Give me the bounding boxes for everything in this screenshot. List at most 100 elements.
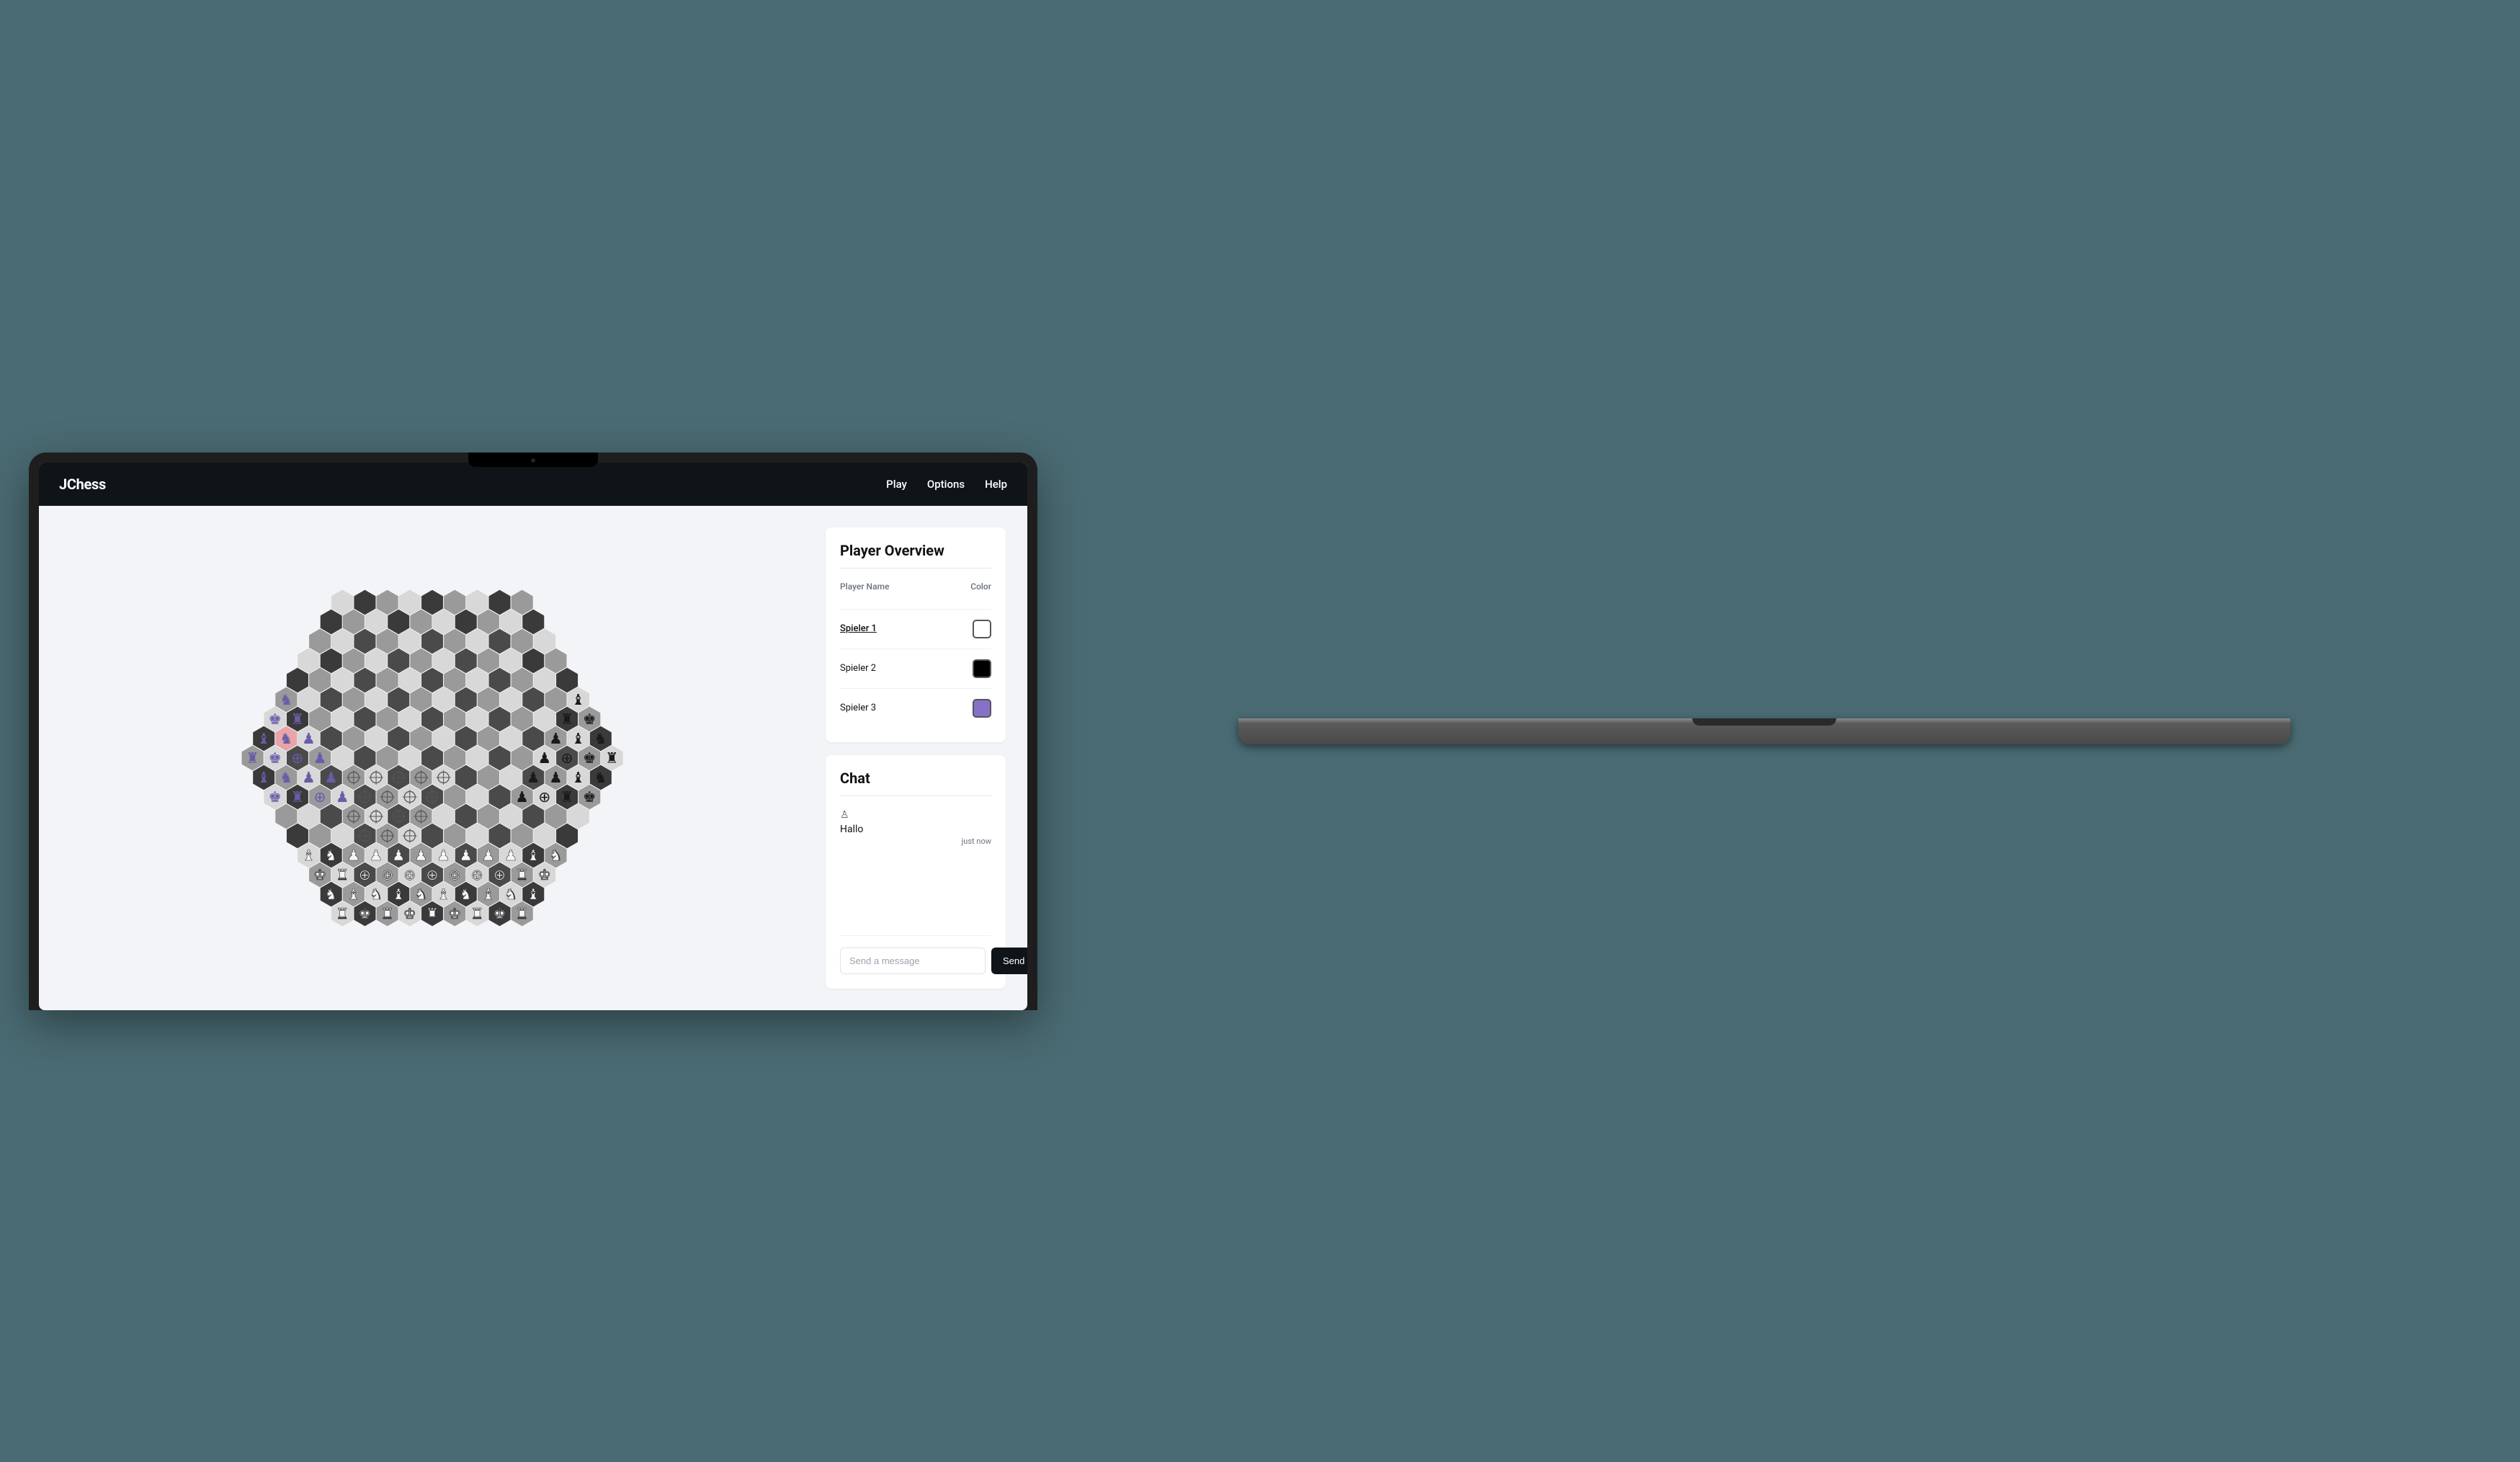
chess-piece[interactable]: ♟ xyxy=(324,769,338,786)
hex-cell[interactable] xyxy=(444,589,465,615)
hex-cell[interactable] xyxy=(399,628,421,654)
hex-cell[interactable] xyxy=(433,687,455,712)
hex-cell[interactable] xyxy=(377,589,398,615)
chess-piece[interactable]: ♞ xyxy=(594,730,608,747)
player-row[interactable]: Spieler 1 xyxy=(840,609,991,648)
hex-cell[interactable] xyxy=(489,667,511,692)
chess-piece[interactable]: ♜ xyxy=(470,905,484,922)
chess-piece[interactable]: ♟ xyxy=(482,847,496,864)
hex-cell[interactable] xyxy=(365,609,387,634)
chess-piece[interactable]: ♜ xyxy=(515,905,529,922)
hex-cell[interactable] xyxy=(489,784,511,809)
hex-cell[interactable] xyxy=(534,628,555,654)
hex-cell[interactable] xyxy=(298,803,320,829)
hex-cell[interactable] xyxy=(377,628,398,654)
hex-cell[interactable] xyxy=(534,667,555,692)
hex-cell[interactable] xyxy=(568,803,589,829)
chess-piece[interactable]: ♝ xyxy=(302,847,316,864)
chess-piece[interactable]: ♜ xyxy=(560,788,574,806)
hex-cell[interactable] xyxy=(522,687,544,712)
hex-cell[interactable] xyxy=(321,609,342,634)
hex-cell[interactable] xyxy=(399,706,421,731)
hex-cell[interactable] xyxy=(410,648,432,673)
hex-cell[interactable] xyxy=(354,628,376,654)
chess-piece[interactable]: ⊕ xyxy=(560,749,573,767)
chess-piece[interactable]: ♝ xyxy=(257,769,271,786)
chess-piece[interactable]: ♟ xyxy=(414,847,428,864)
chess-piece[interactable]: ♟ xyxy=(549,769,563,786)
chess-piece[interactable]: ♜ xyxy=(291,788,305,806)
hex-cell[interactable] xyxy=(388,609,409,634)
hex-cell[interactable] xyxy=(365,726,387,751)
hex-cell[interactable] xyxy=(466,628,488,654)
hex-cell[interactable] xyxy=(331,667,353,692)
chess-piece[interactable]: ♝ xyxy=(527,847,540,864)
hex-cell[interactable] xyxy=(478,803,499,829)
hex-cell[interactable] xyxy=(331,706,353,731)
chess-piece[interactable]: ♟ xyxy=(538,749,552,767)
hex-cell[interactable] xyxy=(309,823,331,848)
chess-piece[interactable]: ♟ xyxy=(302,769,316,786)
send-button[interactable]: Send xyxy=(991,948,1027,974)
hex-cell[interactable] xyxy=(309,667,331,692)
chess-piece[interactable]: ♝ xyxy=(482,886,496,903)
chess-piece[interactable]: ♚ xyxy=(268,749,282,767)
chess-piece[interactable]: ♞ xyxy=(324,847,338,864)
chess-piece[interactable]: ⊕ xyxy=(403,866,416,883)
hex-cell[interactable] xyxy=(321,687,342,712)
hex-cell[interactable] xyxy=(444,706,465,731)
hex-cell[interactable] xyxy=(343,726,365,751)
chess-piece[interactable]: ♜ xyxy=(246,749,259,767)
hex-cell[interactable] xyxy=(534,706,555,731)
chess-piece[interactable]: ⊕ xyxy=(493,866,506,883)
chess-piece[interactable]: ♟ xyxy=(515,788,529,806)
hex-cell[interactable] xyxy=(410,687,432,712)
chat-input[interactable] xyxy=(840,948,986,974)
hex-cell[interactable] xyxy=(377,745,398,770)
chess-piece[interactable]: ♜ xyxy=(336,866,349,883)
chess-piece[interactable]: ⊕ xyxy=(359,866,371,883)
hex-cell[interactable] xyxy=(377,667,398,692)
hex-cell[interactable] xyxy=(500,687,522,712)
chess-piece[interactable]: ♜ xyxy=(426,905,439,922)
chess-piece[interactable]: ♞ xyxy=(280,730,293,747)
hex-cell[interactable] xyxy=(321,726,342,751)
hex-cell[interactable] xyxy=(388,648,409,673)
hex-cell[interactable] xyxy=(522,648,544,673)
hex-cell[interactable] xyxy=(500,726,522,751)
chess-piece[interactable]: ♚ xyxy=(403,905,417,922)
hex-cell[interactable] xyxy=(433,726,455,751)
player-row[interactable]: Spieler 2 xyxy=(840,648,991,688)
chess-piece[interactable]: ♜ xyxy=(291,710,305,728)
chess-piece[interactable]: ♚ xyxy=(448,905,462,922)
hex-cell[interactable] xyxy=(298,648,320,673)
hex-cell[interactable] xyxy=(365,648,387,673)
hex-cell[interactable] xyxy=(545,803,567,829)
hex-cell[interactable] xyxy=(421,628,443,654)
hex-board[interactable]: ♞♝♚♜♜♚♝♞♟♟♝♞♜♚⊕♟♟⊕♚♜♝♞♟♟♟♟♝♞♚♜⊕♟♟⊕♜♚♝♞♟♟… xyxy=(213,567,652,949)
hex-cell[interactable] xyxy=(421,589,443,615)
chess-piece[interactable]: ⊕ xyxy=(381,866,393,883)
hex-cell[interactable] xyxy=(500,803,522,829)
nav-play[interactable]: Play xyxy=(886,478,907,491)
chess-piece[interactable]: ♟ xyxy=(459,847,473,864)
hex-cell[interactable] xyxy=(556,823,578,848)
chess-piece[interactable]: ♟ xyxy=(302,730,316,747)
hex-cell[interactable] xyxy=(421,667,443,692)
hex-cell[interactable] xyxy=(466,823,488,848)
hex-cell[interactable] xyxy=(522,726,544,751)
chess-piece[interactable]: ♚ xyxy=(493,905,506,922)
hex-cell[interactable] xyxy=(410,726,432,751)
hex-cell[interactable] xyxy=(478,687,499,712)
hex-cell[interactable] xyxy=(331,745,353,770)
chess-piece[interactable]: ♚ xyxy=(268,710,282,728)
chess-piece[interactable]: ♟ xyxy=(347,847,361,864)
chess-piece[interactable]: ♟ xyxy=(370,847,383,864)
chess-piece[interactable]: ♚ xyxy=(358,905,372,922)
hex-cell[interactable] xyxy=(433,803,455,829)
hex-cell[interactable] xyxy=(331,628,353,654)
hex-cell[interactable] xyxy=(399,667,421,692)
chess-piece[interactable]: ♜ xyxy=(336,905,349,922)
chess-piece[interactable]: ♞ xyxy=(549,847,563,864)
chess-piece[interactable]: ♞ xyxy=(414,886,428,903)
